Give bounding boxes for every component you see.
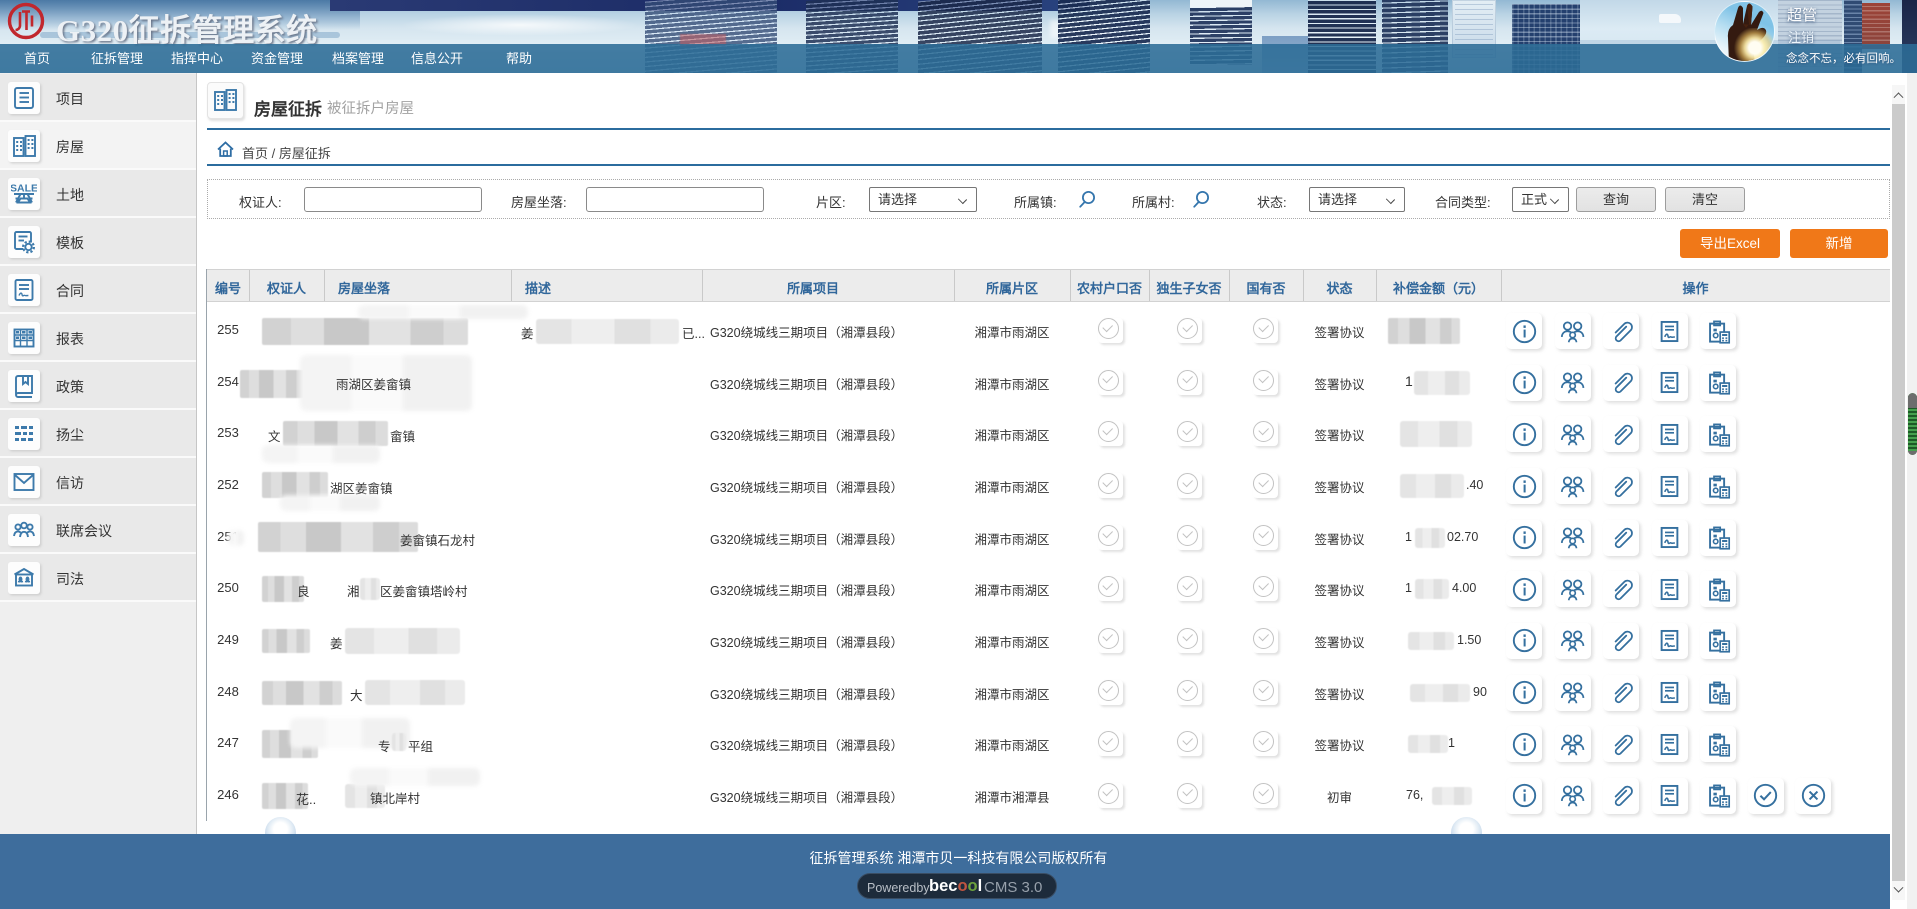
svg-text:SALE: SALE — [11, 183, 37, 195]
